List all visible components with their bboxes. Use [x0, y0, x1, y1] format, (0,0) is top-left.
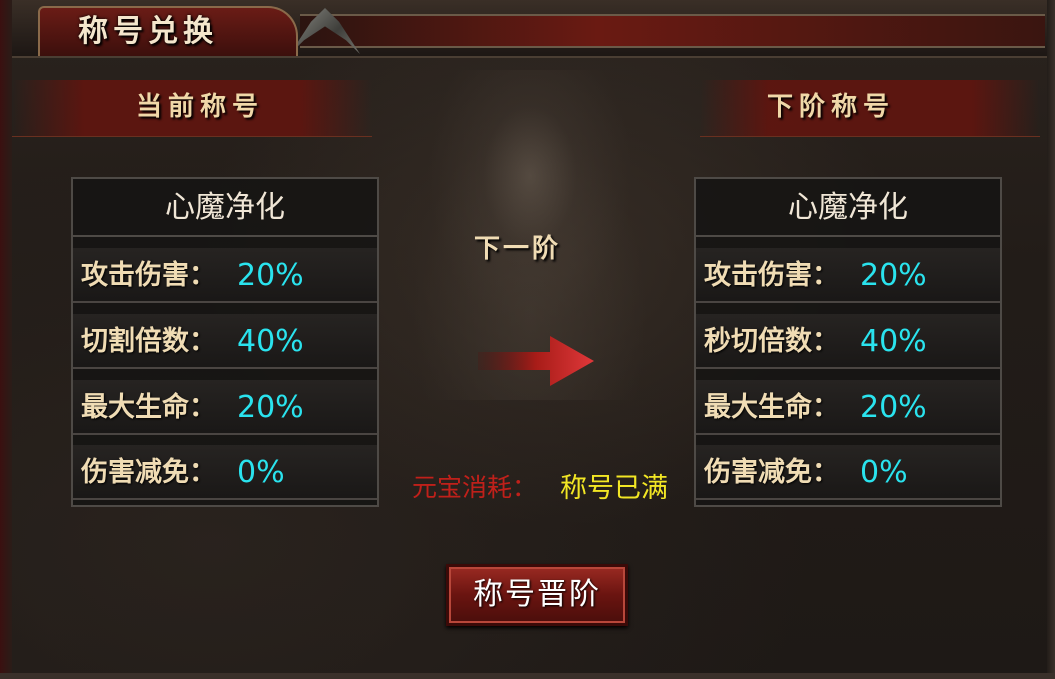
stat-label: 秒切倍数： — [704, 326, 839, 357]
next-tier-label: 下一阶 — [474, 234, 562, 264]
promote-button-label: 称号晋阶 — [473, 577, 601, 612]
current-title-header: 当前称号 — [136, 92, 265, 122]
stat-row: 攻击伤害： 20% — [73, 248, 377, 303]
window-left-frame — [0, 0, 12, 679]
stat-value: 40% — [860, 324, 927, 359]
next-title-stats: 心魔净化 攻击伤害： 20% 秒切倍数： 40% 最大生命： 20% 伤害减免：… — [694, 177, 1002, 507]
stat-value: 0% — [237, 455, 285, 490]
stat-value: 20% — [237, 258, 304, 293]
stat-label: 最大生命： — [704, 392, 839, 423]
stat-label: 伤害减免： — [704, 457, 839, 488]
stat-value: 0% — [860, 455, 908, 490]
next-title-header: 下阶称号 — [767, 92, 896, 122]
top-decor-bar — [300, 14, 1045, 48]
right-arrow-icon — [478, 336, 594, 386]
stat-value: 40% — [237, 324, 304, 359]
stat-label: 切割倍数： — [81, 326, 216, 357]
title-exchange-panel: 称号兑换 当前称号 下阶称号 心魔净化 攻击伤害： 20% 切割倍数： 40% … — [0, 0, 1055, 679]
promote-title-button[interactable]: 称号晋阶 — [446, 564, 628, 626]
stat-label: 最大生命： — [81, 392, 216, 423]
stat-row: 伤害减免： 0% — [73, 445, 377, 500]
stat-label: 攻击伤害： — [704, 260, 839, 291]
next-title-name: 心魔净化 — [696, 179, 1000, 237]
current-title-name: 心魔净化 — [73, 179, 377, 237]
window-bottom-frame — [0, 673, 1055, 679]
stat-row: 最大生命： 20% — [73, 380, 377, 435]
stat-row: 切割倍数： 40% — [73, 314, 377, 369]
stat-row: 伤害减免： 0% — [696, 445, 1000, 500]
cost-label: 元宝消耗： — [412, 473, 538, 502]
stat-value: 20% — [860, 390, 927, 425]
window-title: 称号兑换 — [78, 14, 218, 49]
stat-row: 秒切倍数： 40% — [696, 314, 1000, 369]
stat-value: 20% — [860, 258, 927, 293]
cost-value: 称号已满 — [560, 473, 668, 504]
stat-label: 伤害减免： — [81, 457, 216, 488]
stat-value: 20% — [237, 390, 304, 425]
current-title-stats: 心魔净化 攻击伤害： 20% 切割倍数： 40% 最大生命： 20% 伤害减免：… — [71, 177, 379, 507]
stat-row: 最大生命： 20% — [696, 380, 1000, 435]
stat-row: 攻击伤害： 20% — [696, 248, 1000, 303]
stat-label: 攻击伤害： — [81, 260, 216, 291]
window-right-frame — [1047, 0, 1055, 679]
